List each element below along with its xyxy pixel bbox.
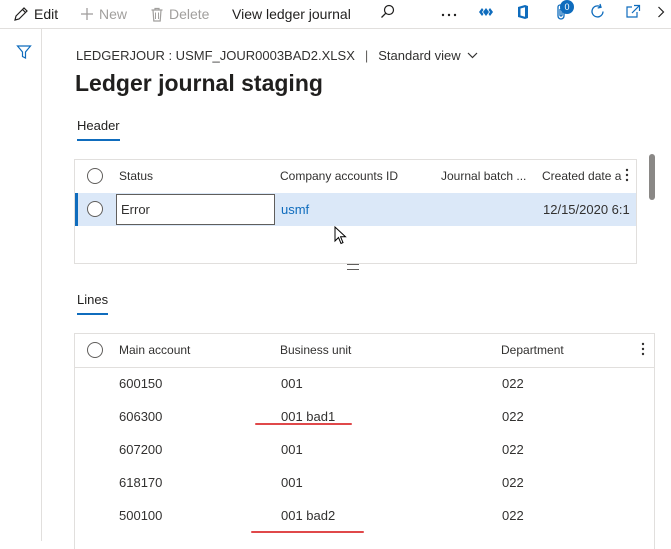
created-date-cell: 12/15/2020 6:1 xyxy=(543,202,630,217)
pencil-icon xyxy=(13,6,29,22)
edit-label: Edit xyxy=(34,6,59,22)
table-row[interactable]: 500100 001 bad2 022 xyxy=(75,499,654,532)
view-ledger-journal-button[interactable]: View ledger journal xyxy=(232,0,351,28)
ellipsis-icon xyxy=(440,5,458,23)
row-select-radio[interactable] xyxy=(87,201,103,217)
column-header-department[interactable]: Department xyxy=(501,334,621,367)
status-field[interactable]: Error xyxy=(116,194,275,225)
left-rail xyxy=(0,29,42,541)
refresh-button[interactable] xyxy=(588,0,606,28)
lines-column-options-button[interactable] xyxy=(640,342,646,361)
diamond-icon xyxy=(478,5,494,24)
business-unit-cell: 001 xyxy=(281,442,303,457)
office-button[interactable] xyxy=(514,0,532,28)
trash-icon xyxy=(150,7,164,22)
more-options-button[interactable] xyxy=(438,0,460,28)
select-all-radio[interactable] xyxy=(87,168,103,184)
lines-grid: Main account Business unit Department 60… xyxy=(74,333,655,549)
refresh-icon xyxy=(589,3,606,25)
new-button[interactable]: New xyxy=(80,0,127,28)
chevron-down-icon xyxy=(467,52,478,59)
column-options-button[interactable] xyxy=(624,168,630,187)
journal-batch-cell xyxy=(441,193,533,226)
annotation-underline-bad1 xyxy=(255,423,352,425)
attachments-count-badge: 0 xyxy=(560,0,574,14)
breadcrumb-separator: | xyxy=(364,48,369,63)
office-icon xyxy=(516,4,530,25)
new-label: New xyxy=(99,6,128,22)
power-apps-button[interactable] xyxy=(477,0,495,28)
column-header-main-account[interactable]: Main account xyxy=(119,334,269,367)
company-accounts-id-link[interactable]: usmf xyxy=(281,193,431,226)
delete-button[interactable]: Delete xyxy=(150,0,209,28)
main-account-cell: 607200 xyxy=(119,442,163,457)
business-unit-cell: 001 bad2 xyxy=(281,508,336,523)
tab-lines[interactable]: Lines xyxy=(77,292,109,315)
search-icon xyxy=(380,4,395,24)
main-account-cell: 606300 xyxy=(119,409,163,424)
edit-button[interactable]: Edit xyxy=(13,0,58,28)
more-vertical-icon xyxy=(625,168,629,187)
business-unit-cell: 001 xyxy=(281,475,303,490)
column-header-company-accounts-id[interactable]: Company accounts ID xyxy=(280,160,430,193)
tab-header[interactable]: Header xyxy=(77,118,120,141)
table-row[interactable]: 618170 001 022 xyxy=(75,466,654,499)
table-row[interactable]: Error usmf 12/15/2020 6:1 xyxy=(75,193,636,226)
delete-label: Delete xyxy=(169,6,210,22)
header-grid-column-headers: Status Company accounts ID Journal batch… xyxy=(75,160,636,194)
department-cell: 022 xyxy=(502,409,524,424)
annotation-underline-bad2 xyxy=(251,531,364,533)
grid-splitter-handle[interactable] xyxy=(347,264,359,270)
view-selector[interactable]: Standard view xyxy=(378,48,478,63)
search-button[interactable] xyxy=(378,0,396,28)
select-all-lines-radio[interactable] xyxy=(87,342,103,358)
column-header-created-date[interactable]: Created date a xyxy=(542,160,624,193)
view-ledger-journal-label: View ledger journal xyxy=(232,6,351,22)
mouse-cursor-icon xyxy=(334,225,347,250)
table-row[interactable]: 607200 001 022 xyxy=(75,433,654,466)
action-pane: Edit New Delete View ledger journal 0 xyxy=(0,0,671,29)
table-row[interactable]: 606300 001 bad1 022 xyxy=(75,400,654,433)
department-cell: 022 xyxy=(502,376,524,391)
open-icon xyxy=(625,4,641,24)
lines-grid-column-headers: Main account Business unit Department xyxy=(75,334,654,368)
header-grid-scrollbar[interactable] xyxy=(649,154,655,200)
department-cell: 022 xyxy=(502,508,524,523)
more-vertical-icon xyxy=(641,342,645,361)
breadcrumb: LEDGERJOUR : USMF_JOUR0003BAD2.XLSX | St… xyxy=(76,48,478,63)
table-row[interactable]: 600150 001 022 xyxy=(75,367,654,400)
filter-button[interactable] xyxy=(16,44,32,65)
main-account-cell: 600150 xyxy=(119,376,163,391)
department-cell: 022 xyxy=(502,475,524,490)
plus-icon xyxy=(80,7,94,21)
column-header-journal-batch[interactable]: Journal batch ... xyxy=(441,160,533,193)
breadcrumb-path: LEDGERJOUR : USMF_JOUR0003BAD2.XLSX xyxy=(76,48,355,63)
column-header-status[interactable]: Status xyxy=(119,160,269,193)
department-cell: 022 xyxy=(502,442,524,457)
open-in-new-window-button[interactable] xyxy=(624,0,642,28)
business-unit-cell: 001 xyxy=(281,376,303,391)
view-selector-label: Standard view xyxy=(378,48,461,63)
main-account-cell: 618170 xyxy=(119,475,163,490)
filter-icon xyxy=(16,45,32,64)
chevron-right-icon xyxy=(657,5,665,23)
header-grid: Status Company accounts ID Journal batch… xyxy=(74,159,637,264)
column-header-business-unit[interactable]: Business unit xyxy=(280,334,430,367)
expand-toolbar-button[interactable] xyxy=(654,0,668,28)
page-title: Ledger journal staging xyxy=(75,70,323,96)
main-account-cell: 500100 xyxy=(119,508,163,523)
business-unit-cell: 001 bad1 xyxy=(281,409,336,424)
